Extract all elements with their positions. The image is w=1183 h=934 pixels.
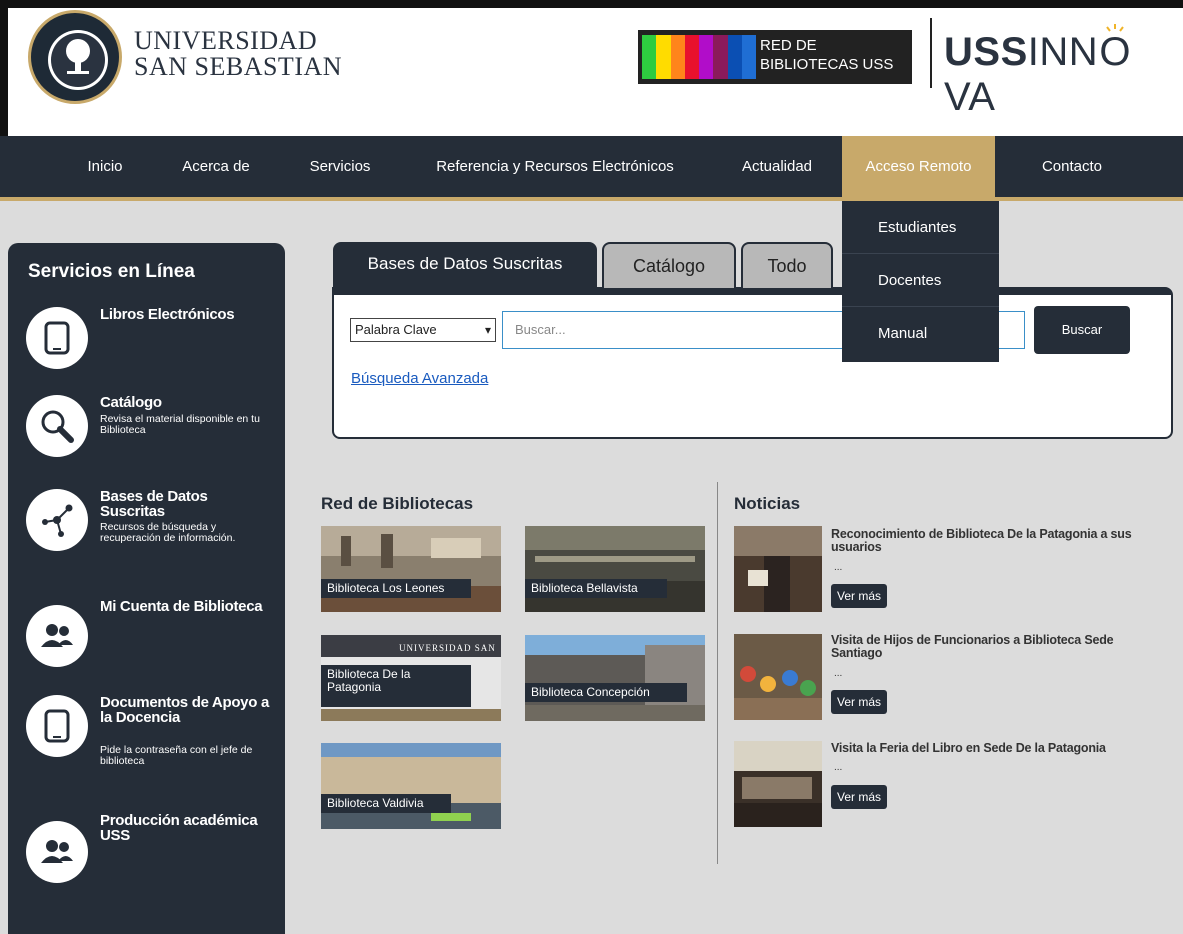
- chevron-down-icon: ▾: [484, 323, 491, 337]
- library-card-bellavista[interactable]: Biblioteca Bellavista: [525, 526, 705, 612]
- university-seal-logo[interactable]: [28, 10, 122, 104]
- top-strip: [0, 0, 1183, 8]
- nav-item-acerca-de[interactable]: Acerca de: [162, 136, 270, 197]
- university-name-line1: UNIVERSIDAD: [134, 26, 318, 55]
- library-label: Biblioteca De la Patagonia: [321, 665, 471, 707]
- library-label: Biblioteca Valdivia: [321, 794, 451, 813]
- nav-item-contacto[interactable]: Contacto: [1014, 136, 1130, 197]
- library-photo: [525, 635, 705, 721]
- read-more-button[interactable]: Ver más: [831, 785, 888, 809]
- news-ellipsis: ...: [834, 562, 843, 573]
- tab-bases-de-datos[interactable]: Bases de Datos Suscritas: [333, 242, 597, 290]
- library-photo: [321, 743, 501, 829]
- dropdown-item-docentes[interactable]: Docentes: [842, 254, 999, 307]
- site-header: UNIVERSIDAD SAN SEBASTIAN RED DE BIBLIOT…: [0, 8, 1183, 136]
- users-icon: [26, 605, 88, 667]
- sidebar-item-documentos[interactable]: Documentos de Apoyo a la Docencia Pide l…: [26, 695, 276, 785]
- news-title[interactable]: Visita de Hijos de Funcionarios a Biblio…: [831, 634, 1167, 660]
- news-title[interactable]: Reconocimiento de Biblioteca De la Patag…: [831, 528, 1167, 554]
- nav-item-inicio[interactable]: Inicio: [72, 136, 138, 197]
- tablet-icon: [26, 695, 88, 757]
- dropdown-item-estudiantes[interactable]: Estudiantes: [842, 201, 999, 254]
- sidebar-item-label: Libros Electrónicos: [100, 306, 235, 323]
- magnifier-icon: [26, 395, 88, 457]
- advanced-search-link[interactable]: Búsqueda Avanzada: [351, 370, 488, 387]
- nav-item-acceso-remoto[interactable]: Acceso Remoto: [842, 136, 995, 197]
- nav-item-actualidad[interactable]: Actualidad: [722, 136, 832, 197]
- color-stripes: [642, 35, 756, 79]
- sidebar-item-desc: Recursos de búsqueda y recuperación de i…: [100, 521, 236, 544]
- header-left-edge: [0, 8, 8, 136]
- news-section-title: Noticias: [734, 494, 801, 513]
- read-more-button[interactable]: Ver más: [831, 584, 888, 608]
- network-icon: [26, 489, 88, 551]
- library-card-patagonia[interactable]: UNIVERSIDAD SAN Biblioteca De la Patagon…: [321, 635, 501, 721]
- dropdown-item-manual[interactable]: Manual: [842, 307, 999, 360]
- search-button[interactable]: Buscar: [1034, 306, 1130, 354]
- sidebar-item-mi-cuenta[interactable]: Mi Cuenta de Biblioteca: [26, 599, 276, 669]
- library-network-logo[interactable]: RED DE BIBLIOTECAS USS: [638, 30, 912, 84]
- users-icon: [26, 821, 88, 883]
- nav-item-servicios[interactable]: Servicios: [292, 136, 388, 197]
- news-ellipsis: ...: [834, 668, 843, 679]
- sidebar-item-label: Documentos de Apoyo a la Docencia: [100, 694, 269, 726]
- news-image[interactable]: [734, 634, 822, 720]
- search-field-select[interactable]: Palabra Clave ▾: [350, 318, 496, 342]
- sidebar-item-bases-de-datos[interactable]: Bases de Datos Suscritas Recursos de bús…: [26, 489, 276, 569]
- library-network-name: RED DE BIBLIOTECAS USS: [760, 37, 894, 73]
- library-photo: [321, 526, 501, 612]
- sidebar-item-desc: Pide la contraseña con el jefe de biblio…: [100, 744, 253, 767]
- tab-todo[interactable]: Todo: [741, 242, 833, 288]
- news-title[interactable]: Visita la Feria del Libro en Sede De la …: [831, 742, 1167, 755]
- news-ellipsis: ...: [834, 762, 843, 773]
- sidebar-title: Servicios en Línea: [28, 261, 195, 282]
- library-card-valdivia[interactable]: Biblioteca Valdivia: [321, 743, 501, 829]
- university-name-line2: SAN SEBASTIAN: [134, 52, 343, 81]
- nav-item-referencia[interactable]: Referencia y Recursos Electrónicos: [406, 136, 704, 197]
- sidebar-item-label: Bases de Datos Suscritas: [100, 488, 208, 520]
- main-nav: Inicio Acerca de Servicios Referencia y …: [0, 136, 1183, 201]
- library-card-los-leones[interactable]: Biblioteca Los Leones: [321, 526, 501, 612]
- sidebar-item-label: Mi Cuenta de Biblioteca: [100, 598, 263, 615]
- sidebar-item-desc: Revisa el material disponible en tu Bibl…: [100, 413, 260, 436]
- sidebar-item-catalogo[interactable]: Catálogo Revisa el material disponible e…: [26, 395, 276, 465]
- tablet-icon: [26, 307, 88, 369]
- libraries-section-title: Red de Bibliotecas: [321, 494, 474, 513]
- lightbulb-icon: O: [1098, 24, 1132, 75]
- library-label: Biblioteca Bellavista: [525, 579, 667, 598]
- ussinnova-logo[interactable]: USSINNO VA: [944, 24, 1183, 120]
- read-more-button[interactable]: Ver más: [831, 690, 888, 714]
- logo-divider: [930, 18, 932, 88]
- tab-catalogo[interactable]: Catálogo: [602, 242, 736, 288]
- sidebar-item-label: Producción académica USS: [100, 812, 258, 844]
- library-label: Biblioteca Concepción: [525, 683, 687, 702]
- library-label: Biblioteca Los Leones: [321, 579, 471, 598]
- news-image[interactable]: [734, 741, 822, 827]
- acceso-remoto-dropdown: Estudiantes Docentes Manual: [842, 201, 999, 362]
- library-photo: [525, 526, 705, 612]
- sidebar-item-libros[interactable]: Libros Electrónicos: [26, 307, 276, 377]
- university-name[interactable]: UNIVERSIDAD SAN SEBASTIAN: [134, 28, 342, 80]
- online-services-sidebar: Servicios en Línea Libros Electrónicos C…: [8, 243, 285, 934]
- library-card-concepcion[interactable]: Biblioteca Concepción: [525, 635, 705, 721]
- sidebar-item-label: Catálogo: [100, 394, 162, 411]
- building-signage: UNIVERSIDAD SAN: [399, 643, 496, 653]
- news-image[interactable]: [734, 526, 822, 612]
- section-divider: [717, 482, 718, 864]
- sidebar-item-produccion[interactable]: Producción académica USS: [26, 813, 276, 883]
